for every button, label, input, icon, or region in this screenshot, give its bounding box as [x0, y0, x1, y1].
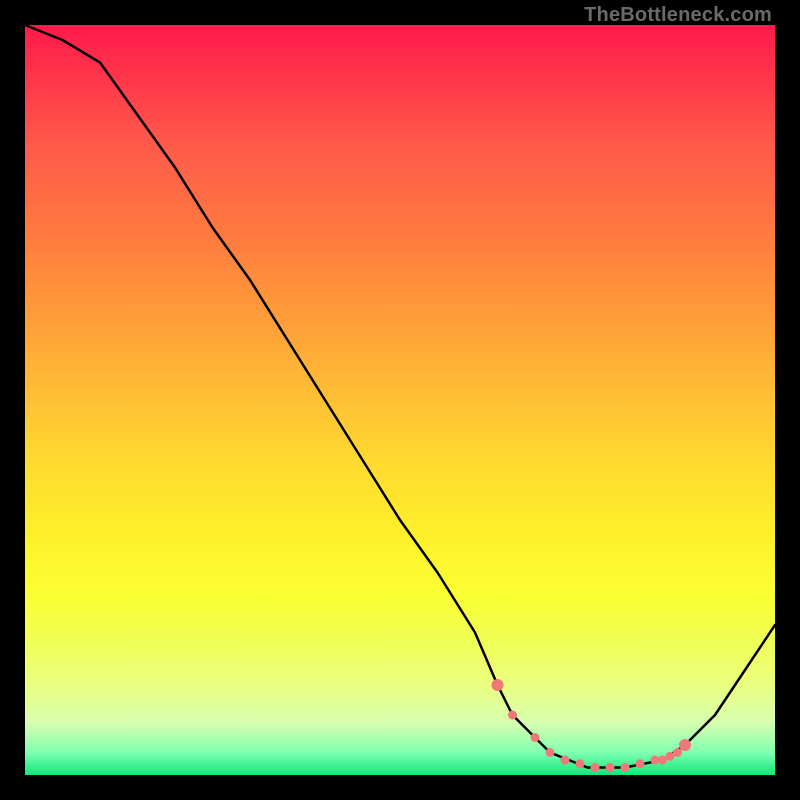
highlight-dot — [492, 679, 504, 691]
highlight-dot — [546, 748, 555, 757]
highlight-dot — [636, 759, 645, 768]
highlight-dot — [673, 748, 682, 757]
highlight-dot — [679, 739, 691, 751]
chart-frame: TheBottleneck.com — [0, 0, 800, 800]
highlight-dot — [606, 763, 615, 772]
highlight-dot — [591, 763, 600, 772]
highlight-dot — [576, 759, 585, 768]
chart-svg — [25, 25, 775, 775]
highlight-dot — [621, 763, 630, 772]
highlight-dot — [508, 711, 517, 720]
highlight-dot — [531, 733, 540, 742]
bottleneck-curve — [25, 25, 775, 768]
attribution-text: TheBottleneck.com — [584, 4, 772, 27]
highlight-dot — [561, 756, 570, 765]
